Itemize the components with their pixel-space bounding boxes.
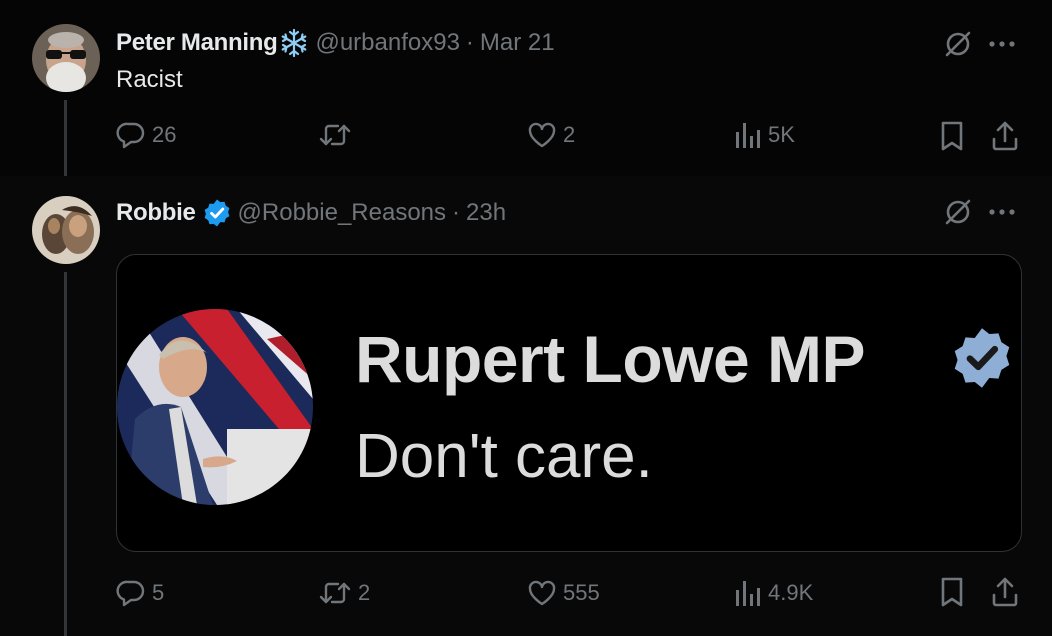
bookmark-icon xyxy=(938,576,966,608)
timestamp[interactable]: Mar 21 xyxy=(480,29,555,57)
views-count: 4.9K xyxy=(768,580,814,605)
thread-line xyxy=(64,100,67,176)
share-button[interactable] xyxy=(990,576,1020,608)
heart-icon xyxy=(527,120,557,150)
views-button[interactable]: 4.9K xyxy=(734,578,813,608)
timestamp[interactable]: 23h xyxy=(466,199,506,227)
views-button[interactable]: 5K xyxy=(734,120,795,150)
separator: · xyxy=(465,29,474,56)
author-name[interactable]: Peter Manning xyxy=(116,29,278,57)
tweet-header: Robbie @Robbie_Reasons · 23h xyxy=(116,198,506,228)
embedded-image[interactable]: Rupert Lowe MP Don't care. xyxy=(116,254,1022,552)
author-handle[interactable]: @urbanfox93 xyxy=(315,29,459,57)
views-icon xyxy=(734,120,762,150)
reply-count: 5 xyxy=(152,580,165,605)
grok-icon[interactable] xyxy=(942,196,974,228)
header-actions xyxy=(942,28,1016,60)
more-options-icon[interactable] xyxy=(988,207,1016,217)
share-button[interactable] xyxy=(990,120,1020,152)
retweet-count: 2 xyxy=(358,580,371,605)
retweet-icon xyxy=(318,120,352,150)
like-button[interactable]: 2 xyxy=(527,120,575,150)
more-options-icon[interactable] xyxy=(988,39,1016,49)
verified-badge-icon xyxy=(202,198,232,228)
tweet-robbie[interactable]: Robbie @Robbie_Reasons · 23h Rupert Lowe… xyxy=(0,176,1052,636)
share-icon xyxy=(990,120,1020,152)
reply-icon xyxy=(116,120,146,150)
tweet-peter-manning[interactable]: Peter Manning @urbanfox93 · Mar 21 Racis… xyxy=(0,0,1052,176)
embedded-title: Rupert Lowe MP xyxy=(355,322,866,396)
like-count: 555 xyxy=(563,580,600,605)
separator: · xyxy=(452,199,461,226)
reply-button[interactable]: 26 xyxy=(116,120,176,150)
reply-count: 26 xyxy=(152,122,177,147)
author-handle[interactable]: @Robbie_Reasons xyxy=(238,199,447,227)
snowflake-icon xyxy=(279,28,309,58)
verified-badge-icon xyxy=(949,325,1015,396)
tweet-header: Peter Manning @urbanfox93 · Mar 21 xyxy=(116,28,555,58)
grok-icon[interactable] xyxy=(942,28,974,60)
avatar[interactable] xyxy=(32,196,100,264)
share-icon xyxy=(990,576,1020,608)
views-icon xyxy=(734,578,762,608)
heart-icon xyxy=(527,578,557,608)
tweet-text: Racist xyxy=(116,66,183,93)
bookmark-button[interactable] xyxy=(938,576,966,608)
reply-button[interactable]: 5 xyxy=(116,578,164,608)
reply-icon xyxy=(116,578,146,608)
bookmark-button[interactable] xyxy=(938,120,966,152)
views-count: 5K xyxy=(768,122,795,147)
embedded-text: Don't care. xyxy=(355,422,653,491)
retweet-icon xyxy=(318,578,352,608)
header-actions xyxy=(942,196,1016,228)
retweet-button[interactable]: 2 xyxy=(318,578,370,608)
embedded-profile-photo xyxy=(117,309,313,505)
author-name[interactable]: Robbie xyxy=(116,199,196,227)
like-button[interactable]: 555 xyxy=(527,578,600,608)
bookmark-icon xyxy=(938,120,966,152)
avatar[interactable] xyxy=(32,24,100,92)
retweet-button[interactable] xyxy=(318,120,358,150)
like-count: 2 xyxy=(563,122,576,147)
thread-line xyxy=(64,272,67,636)
